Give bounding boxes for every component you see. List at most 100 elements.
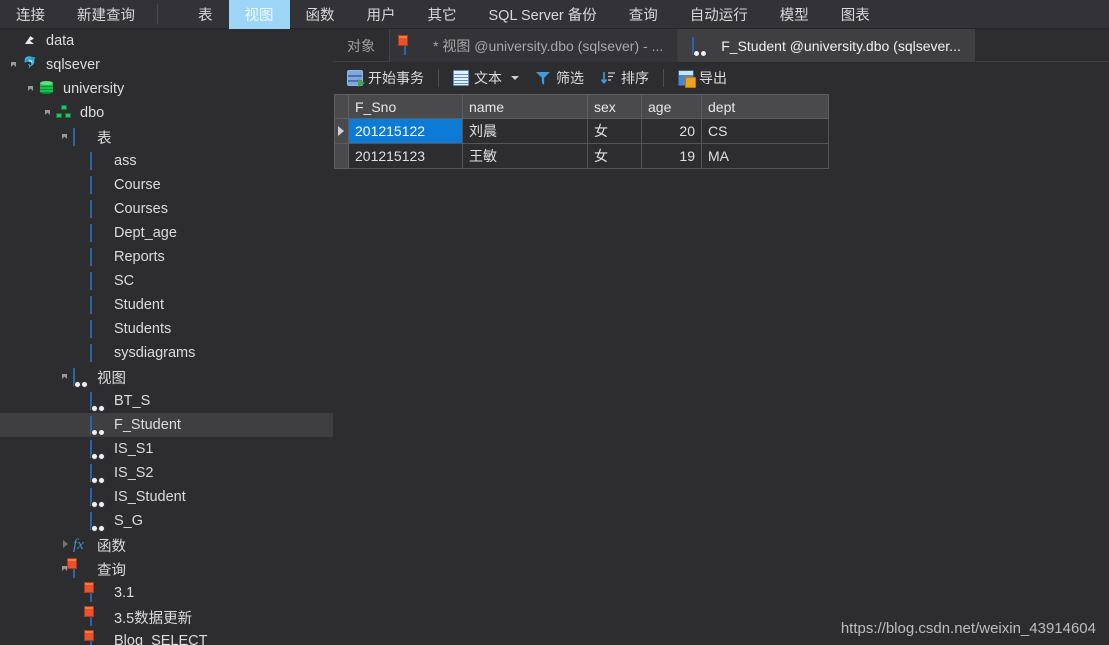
toolbar-button-label: 文本: [474, 70, 502, 86]
grid-cell-age[interactable]: 19: [641, 143, 702, 169]
grid-cell-name[interactable]: 王敏: [462, 143, 588, 169]
chevron-down-icon[interactable]: [511, 76, 519, 80]
filter-icon: [535, 70, 551, 86]
tree-item-Dept_age[interactable]: Dept_age: [0, 221, 333, 245]
grid-row-indicator[interactable]: [334, 143, 349, 169]
editor-tab-0[interactable]: 对象: [333, 29, 390, 62]
menu-item-view[interactable]: 视图: [228, 0, 290, 29]
grid-row[interactable]: 201215122 刘晨女 20 CS: [334, 118, 829, 144]
grid-column-header-name[interactable]: name: [462, 94, 588, 119]
tree-item-表[interactable]: 表: [0, 125, 333, 149]
tree-item-IS_S1[interactable]: IS_S1: [0, 437, 333, 461]
grid-cell-F_Sno[interactable]: 201215122: [348, 118, 463, 144]
tree-item-label: sysdiagrams: [114, 345, 196, 361]
menu-item-query[interactable]: 查询: [613, 0, 674, 29]
grid-cell-sex[interactable]: 女: [587, 143, 642, 169]
object-tree-sidebar[interactable]: data sqlsever university dbo 表 ass Course Cours…: [0, 29, 333, 645]
menu-item-new-query[interactable]: 新建查询: [61, 0, 151, 29]
chevron-right-icon[interactable]: [59, 533, 73, 557]
menu-item-connect[interactable]: 连接: [0, 0, 61, 29]
chevron-down-icon[interactable]: [8, 53, 22, 77]
database-icon: [39, 81, 57, 97]
grid-cell-F_Sno[interactable]: 201215123: [348, 143, 463, 169]
tree-item-label: Course: [114, 177, 161, 193]
schema-icon: [56, 105, 74, 121]
view-icon: [90, 464, 108, 482]
tree-item-IS_S2[interactable]: IS_S2: [0, 461, 333, 485]
tree-item-BT_S[interactable]: BT_S: [0, 389, 333, 413]
menu-item-autorun[interactable]: 自动运行: [674, 0, 764, 29]
tree-item-dbo[interactable]: dbo: [0, 101, 333, 125]
tree-item-Course[interactable]: Course: [0, 173, 333, 197]
tree-item-Courses[interactable]: Courses: [0, 197, 333, 221]
tree-item-label: university: [63, 81, 125, 97]
tree-item-label: SC: [114, 273, 135, 289]
export-icon: [678, 70, 696, 88]
grid-cell-age[interactable]: 20: [641, 118, 702, 144]
begin-transaction-icon: [347, 70, 365, 87]
grid-cell-dept[interactable]: MA: [701, 143, 829, 169]
tree-item-Student[interactable]: Student: [0, 293, 333, 317]
toolbar-button-filter[interactable]: 筛选: [527, 65, 592, 91]
watermark-text: https://blog.csdn.net/weixin_43914604: [840, 620, 1096, 637]
grid-header-row: F_Sno name sex age dept: [334, 94, 829, 119]
grid-column-header-F_Sno[interactable]: F_Sno: [348, 94, 463, 119]
toolbar-button-export[interactable]: 导出: [670, 65, 735, 91]
tree-item-Reports[interactable]: Reports: [0, 245, 333, 269]
tree-item-IS_Student[interactable]: IS_Student: [0, 485, 333, 509]
top-menu-bar: 连接 新建查询 表 视图 函数 用户 其它 SQL Server 备份 查询 自…: [0, 0, 1109, 29]
tree-item-3.5数据更新[interactable]: 3.5数据更新: [0, 605, 333, 629]
tree-item-S_G[interactable]: S_G: [0, 509, 333, 533]
editor-tab-1[interactable]: * 视图 @university.dbo (sqlsever) - ...: [390, 29, 679, 62]
tree-item-视图[interactable]: 视图: [0, 365, 333, 389]
tree-item-函数[interactable]: fx 函数: [0, 533, 333, 557]
tree-item-查询[interactable]: 查询: [0, 557, 333, 581]
toolbar-divider: [438, 69, 439, 87]
grid-cell-name[interactable]: 刘晨: [462, 118, 588, 144]
chevron-down-icon[interactable]: [25, 77, 39, 101]
chevron-down-icon[interactable]: [59, 125, 73, 149]
chevron-down-icon[interactable]: [59, 365, 73, 389]
tree-item-sqlsever[interactable]: sqlsever: [0, 53, 333, 77]
tree-item-ass[interactable]: ass: [0, 149, 333, 173]
grid-column-header-dept[interactable]: dept: [701, 94, 829, 119]
menu-item-table[interactable]: 表: [182, 0, 229, 29]
toolbar-button-text[interactable]: 文本: [445, 65, 527, 91]
grid-toolbar[interactable]: 开始事务 文本 筛选 排序 导出: [333, 62, 1109, 94]
table-folder-icon: [73, 128, 91, 146]
grid-column-header-age[interactable]: age: [641, 94, 702, 119]
grid-cell-dept[interactable]: CS: [701, 118, 829, 144]
grid-corner-cell[interactable]: [334, 94, 349, 119]
menu-item-sqlserver-backup[interactable]: SQL Server 备份: [473, 0, 613, 29]
grid-cell-sex[interactable]: 女: [587, 118, 642, 144]
tree-item-3.1[interactable]: 3.1: [0, 581, 333, 605]
sort-icon: [600, 70, 616, 86]
tree-item-SC[interactable]: SC: [0, 269, 333, 293]
menu-item-other[interactable]: 其它: [412, 0, 473, 29]
editor-tab-2[interactable]: F_Student @university.dbo (sqlsever...: [678, 29, 976, 62]
table-icon: [90, 344, 108, 362]
editor-tab-bar[interactable]: 对象 * 视图 @university.dbo (sqlsever) - ... F…: [333, 29, 1109, 62]
tree-item-university[interactable]: university: [0, 77, 333, 101]
editor-tab-label: 对象: [347, 37, 375, 54]
tree-item-label: 表: [97, 130, 112, 147]
tree-item-label: Students: [114, 321, 172, 337]
grid-column-header-sex[interactable]: sex: [587, 94, 642, 119]
menu-item-function[interactable]: 函数: [290, 0, 351, 29]
grid-row-indicator[interactable]: [334, 118, 349, 144]
toolbar-button-sort[interactable]: 排序: [592, 65, 657, 91]
chevron-down-icon[interactable]: [42, 101, 56, 125]
tree-item-F_Student[interactable]: F_Student: [0, 413, 333, 437]
tree-item-data[interactable]: data: [0, 29, 333, 53]
menu-item-user[interactable]: 用户: [351, 0, 412, 29]
toolbar-button-begin-transaction[interactable]: 开始事务: [339, 65, 432, 91]
menu-divider: [157, 4, 158, 24]
tree-item-Blog_SELECT[interactable]: Blog_SELECT: [0, 629, 333, 645]
tree-item-sysdiagrams[interactable]: sysdiagrams: [0, 341, 333, 365]
grid-row[interactable]: 201215123 王敏女 19 MA: [334, 143, 829, 169]
menu-item-chart[interactable]: 图表: [825, 0, 886, 29]
menu-item-model[interactable]: 模型: [764, 0, 825, 29]
tree-item-Students[interactable]: Students: [0, 317, 333, 341]
result-data-grid[interactable]: F_Sno name sex age dept 201215122 刘晨女 20 CS 20121…: [334, 94, 829, 169]
